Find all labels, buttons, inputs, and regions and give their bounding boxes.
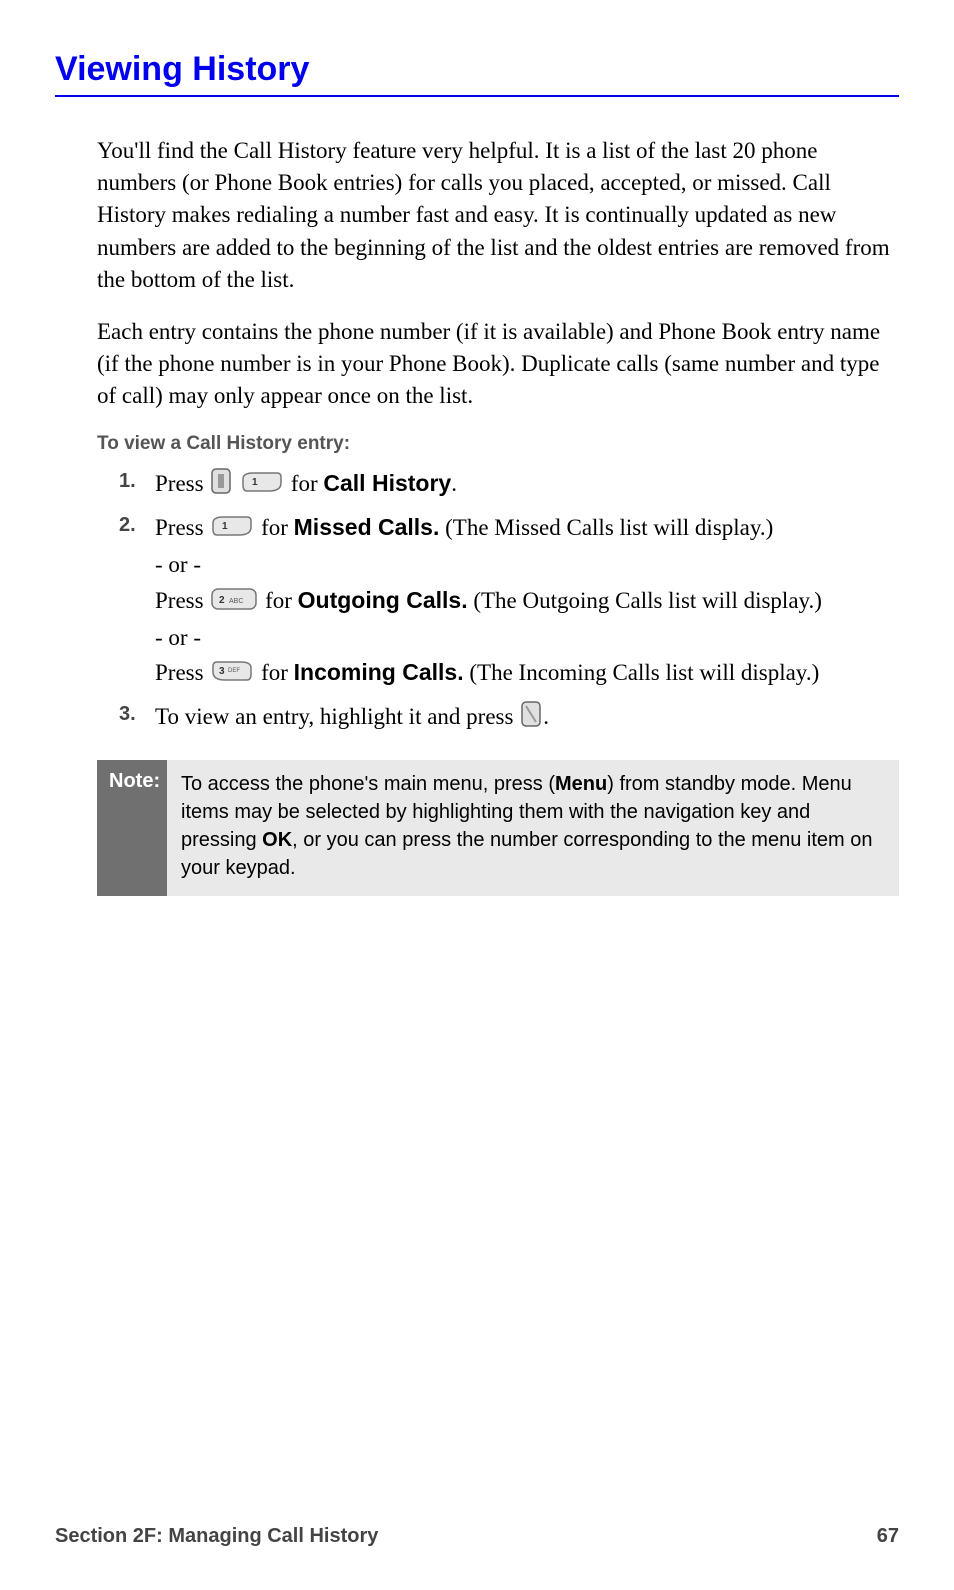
menu-key-icon xyxy=(211,468,231,503)
intro-paragraph-2: Each entry contains the phone number (if… xyxy=(97,316,899,413)
footer-section: Section 2F: Managing Call History xyxy=(55,1525,378,1548)
svg-text:ABC: ABC xyxy=(229,598,243,605)
step-1: 1. Press 1 for Call History. xyxy=(97,467,899,503)
step-2: 2. Press 1 for Missed Calls. (The Missed… xyxy=(97,511,899,692)
step-3: 3. To view an entry, highlight it and pr… xyxy=(97,700,899,736)
step-text: for xyxy=(265,588,298,613)
step-tail: (The Incoming Calls list will display.) xyxy=(464,660,820,685)
intro-paragraph-1: You'll find the Call History feature ver… xyxy=(97,135,899,296)
content-area: You'll find the Call History feature ver… xyxy=(55,135,899,896)
step-target: Incoming Calls. xyxy=(294,659,464,685)
note-box: Note: To access the phone's main menu, p… xyxy=(97,760,899,896)
key-1-icon: 1 xyxy=(241,469,283,502)
note-text: To access the phone's main menu, press ( xyxy=(181,773,555,795)
note-label: Note: xyxy=(97,760,167,896)
step-target: Outgoing Calls. xyxy=(298,587,468,613)
step-tail: (The Outgoing Calls list will display.) xyxy=(468,588,822,613)
svg-text:3: 3 xyxy=(219,666,225,677)
or-separator: - or - xyxy=(155,621,899,654)
steps-list: 1. Press 1 for Call History. 2. Press 1 … xyxy=(97,467,899,737)
ok-key-icon xyxy=(521,701,541,736)
step-text: for xyxy=(291,471,324,496)
step-text: Press xyxy=(155,471,209,496)
step-number: 3. xyxy=(119,700,136,729)
note-ok: OK xyxy=(262,829,292,851)
key-3-icon: 3DEF xyxy=(211,658,253,691)
step-text: Press xyxy=(155,660,209,685)
note-menu: Menu xyxy=(555,773,607,795)
or-separator: - or - xyxy=(155,548,899,581)
step-number: 2. xyxy=(119,511,136,540)
step-text: Press xyxy=(155,515,209,540)
note-body: To access the phone's main menu, press (… xyxy=(167,760,899,896)
procedure-subheading: To view a Call History entry: xyxy=(97,433,899,455)
step-text: Press xyxy=(155,588,209,613)
step-tail: (The Missed Calls list will display.) xyxy=(439,515,773,540)
step-text: for xyxy=(261,515,294,540)
key-2-icon: 2 ABC xyxy=(211,586,257,619)
svg-text:2: 2 xyxy=(219,595,225,606)
svg-text:DEF: DEF xyxy=(228,668,240,674)
page-heading: Viewing History xyxy=(55,50,899,97)
step-end: . xyxy=(543,704,549,729)
key-1-icon: 1 xyxy=(211,513,253,546)
step-text: for xyxy=(261,660,294,685)
step-text: To view an entry, highlight it and press xyxy=(155,704,519,729)
step-target: Call History xyxy=(323,470,451,496)
footer-page-number: 67 xyxy=(877,1525,899,1548)
svg-text:1: 1 xyxy=(252,477,258,488)
step-number: 1. xyxy=(119,467,136,496)
svg-text:1: 1 xyxy=(222,521,228,532)
step-target: Missed Calls. xyxy=(294,514,440,540)
page-footer: Section 2F: Managing Call History 67 xyxy=(55,1525,899,1548)
step-end: . xyxy=(451,471,457,496)
